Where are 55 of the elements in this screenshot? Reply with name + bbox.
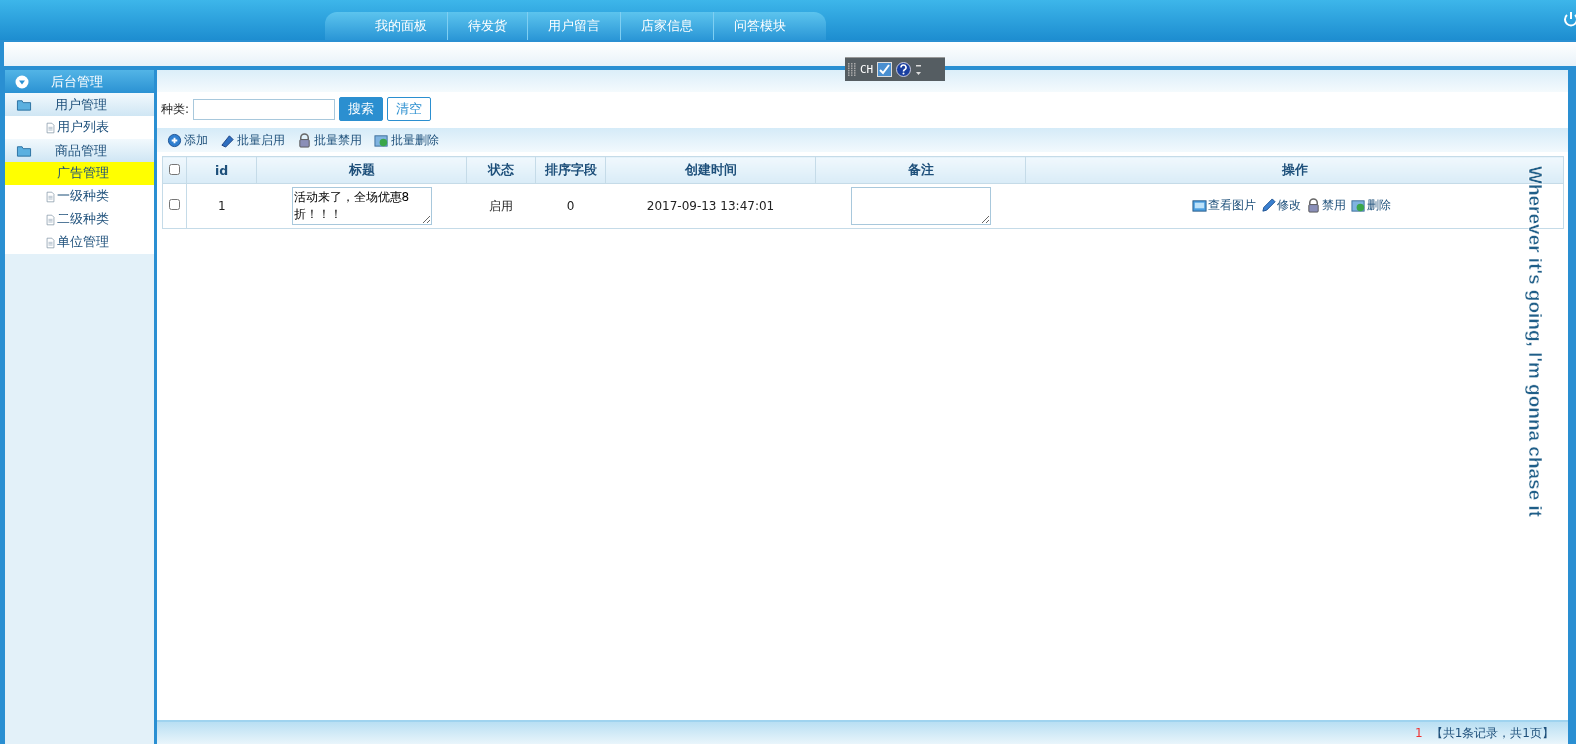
document-icon bbox=[45, 236, 56, 249]
toolbar-button[interactable]: 添加 bbox=[167, 131, 208, 149]
toolbar-button[interactable]: 批量禁用 bbox=[297, 131, 362, 149]
clear-button[interactable]: 清空 bbox=[387, 97, 432, 121]
sidebar-item[interactable]: 二级种类 bbox=[5, 208, 154, 231]
grip-icon[interactable] bbox=[848, 62, 856, 77]
options-icon[interactable] bbox=[915, 62, 923, 77]
toolbar-button[interactable]: 批量启用 bbox=[220, 131, 285, 149]
row-checkbox[interactable] bbox=[169, 199, 180, 210]
power-icon[interactable] bbox=[1562, 10, 1576, 28]
sidebar-item[interactable]: 单位管理 bbox=[5, 231, 154, 254]
sidebar-group[interactable]: 商品管理 bbox=[5, 139, 154, 162]
sidebar-group[interactable]: 用户管理 bbox=[5, 93, 154, 116]
table-cell: 0 bbox=[535, 183, 606, 229]
toolbar-button[interactable]: 批量删除 bbox=[374, 131, 439, 149]
remark-field[interactable] bbox=[850, 187, 991, 225]
folder-icon bbox=[15, 143, 33, 158]
action-link[interactable]: 删除 bbox=[1351, 196, 1392, 214]
column-header: 状态 bbox=[466, 156, 536, 184]
sidebar-item[interactable]: 广告管理 bbox=[5, 162, 154, 185]
search-button[interactable]: 搜索 bbox=[339, 97, 384, 121]
overlay-caption: Wherever it's going, I'm gonna chase it bbox=[1524, 166, 1546, 518]
pencil-icon bbox=[1261, 197, 1277, 213]
document-icon bbox=[45, 213, 56, 226]
table-cell: 启用 bbox=[466, 183, 536, 229]
checkmark-icon[interactable] bbox=[877, 62, 893, 77]
action-link[interactable]: 禁用 bbox=[1306, 196, 1347, 214]
sidebar-item[interactable]: 一级种类 bbox=[5, 185, 154, 208]
sidebar-title: 后台管理 bbox=[51, 72, 103, 91]
search-label: 种类: bbox=[161, 100, 190, 118]
title-field[interactable]: 活动来了，全场优惠8折！！！ bbox=[291, 187, 432, 225]
column-header: 标题 bbox=[256, 156, 467, 184]
collapse-icon[interactable] bbox=[15, 74, 29, 89]
action-link[interactable]: 查看图片 bbox=[1192, 196, 1257, 214]
picture-icon bbox=[1192, 197, 1208, 213]
column-header: 备注 bbox=[815, 156, 1026, 184]
ime-language[interactable]: CH bbox=[860, 63, 874, 76]
sidebar-item[interactable]: 用户列表 bbox=[5, 116, 154, 139]
search-field[interactable] bbox=[193, 98, 336, 120]
action-link[interactable]: 修改 bbox=[1261, 196, 1302, 214]
add-icon bbox=[167, 132, 182, 148]
pencil-icon bbox=[220, 132, 235, 148]
document-icon bbox=[45, 190, 56, 203]
table-cell: 1 bbox=[186, 183, 257, 229]
record-summary: 【共1条记录，共1页】 bbox=[1430, 724, 1554, 742]
select-all-checkbox[interactable] bbox=[169, 163, 180, 175]
table-cell: 2017-09-13 13:47:01 bbox=[605, 183, 816, 229]
lock-icon bbox=[297, 132, 312, 148]
lock-icon bbox=[1306, 197, 1322, 213]
column-header: id bbox=[186, 156, 257, 184]
document-icon bbox=[45, 121, 56, 134]
folder-icon bbox=[15, 97, 33, 112]
help-icon[interactable] bbox=[896, 62, 912, 77]
column-header: 排序字段 bbox=[535, 156, 606, 184]
column-header: 创建时间 bbox=[605, 156, 816, 184]
